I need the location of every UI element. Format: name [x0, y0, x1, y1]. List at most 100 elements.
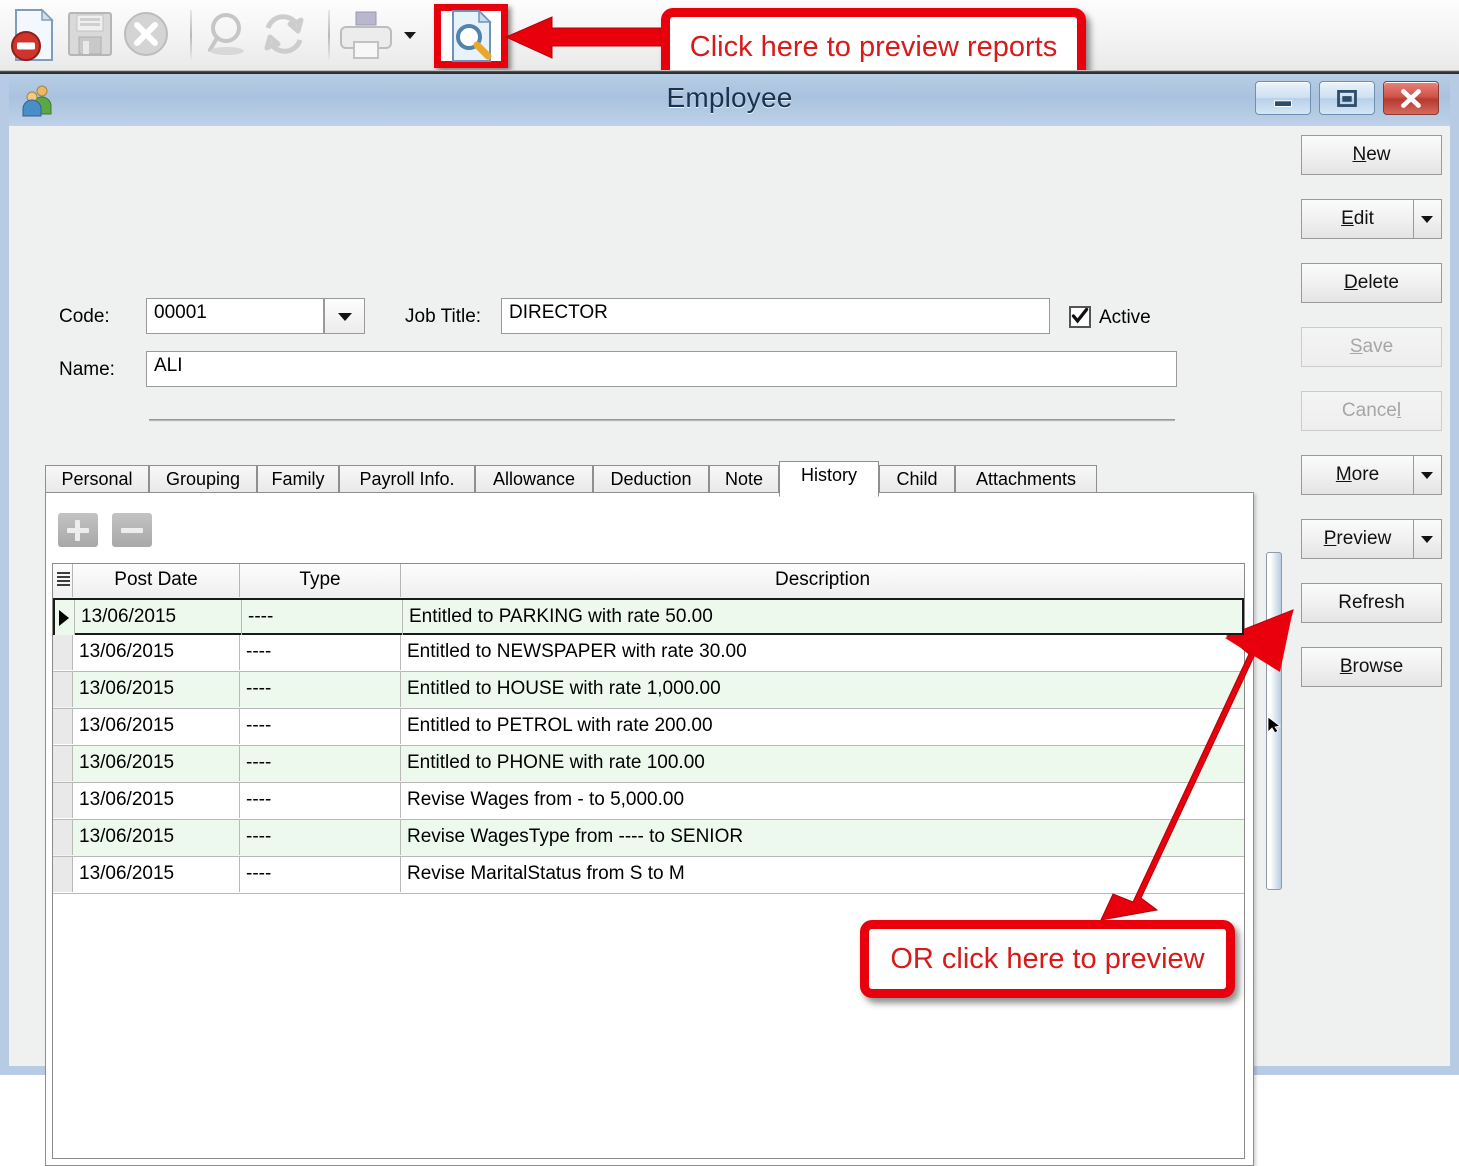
table-row[interactable]: 13/06/2015----Entitled to PARKING with r… [53, 598, 1244, 635]
cell-type[interactable]: ---- [240, 820, 401, 855]
cell-post-date[interactable]: 13/06/2015 [73, 857, 240, 892]
table-row[interactable]: 13/06/2015----Entitled to PETROL with ra… [53, 709, 1244, 746]
tab-family[interactable]: Family [257, 465, 339, 495]
cell-type[interactable]: ---- [240, 783, 401, 818]
refresh-button-label: Refresh [1338, 592, 1405, 613]
save-button-label: Save [1350, 336, 1393, 357]
new-button[interactable]: New [1301, 135, 1442, 175]
search-icon[interactable] [200, 6, 256, 64]
column-header-post-date[interactable]: Post Date [73, 564, 240, 597]
tab-deduction[interactable]: Deduction [593, 465, 709, 495]
refresh-button[interactable]: Refresh [1301, 583, 1442, 623]
tab-label: Grouping [166, 469, 240, 489]
table-row[interactable]: 13/06/2015----Entitled to NEWSPAPER with… [53, 635, 1244, 672]
tab-label: Family [272, 469, 325, 489]
maximize-button[interactable] [1319, 81, 1375, 115]
grid-row-indicator-header[interactable] [53, 564, 73, 597]
toolbar-separator-2 [328, 10, 330, 60]
more-button-label: More [1336, 464, 1379, 485]
edit-button[interactable]: Edit [1301, 199, 1414, 239]
print-dropdown-caret[interactable] [402, 28, 418, 42]
tab-label: Attachments [976, 469, 1076, 489]
cell-post-date[interactable]: 13/06/2015 [73, 709, 240, 744]
edit-button-label: Edit [1341, 208, 1374, 229]
add-row-button[interactable] [58, 513, 98, 547]
save-icon[interactable] [62, 6, 118, 64]
code-dropdown-button[interactable] [324, 298, 365, 334]
form-separator [149, 419, 1175, 422]
more-button[interactable]: More [1301, 455, 1414, 495]
print-icon[interactable] [338, 6, 394, 64]
window-titlebar[interactable]: Employee [9, 74, 1450, 126]
cancel-icon[interactable] [118, 6, 174, 64]
row-indicator[interactable] [53, 857, 73, 892]
column-header-type[interactable]: Type [240, 564, 401, 597]
cell-type[interactable]: ---- [242, 600, 403, 635]
annotation-arrow-top [500, 14, 668, 62]
name-label: Name: [59, 359, 115, 381]
tab-strip: Personal Grouping Family Payroll Info.Allow… [45, 461, 1105, 493]
job-title-label: Job Title: [405, 306, 481, 328]
name-input[interactable]: ALI [146, 351, 1177, 387]
cell-post-date[interactable]: 13/06/2015 [73, 635, 240, 670]
row-indicator[interactable] [53, 635, 73, 670]
cell-type[interactable]: ---- [240, 746, 401, 781]
delete-button-label: Delete [1344, 272, 1399, 293]
close-button[interactable] [1383, 81, 1439, 115]
history-grid-header: Post Date Type Description [53, 564, 1244, 599]
table-row[interactable]: 13/06/2015----Entitled to PHONE with rat… [53, 746, 1244, 783]
current-row-arrow-icon [59, 610, 69, 626]
row-indicator[interactable] [53, 820, 73, 855]
table-row[interactable]: 13/06/2015----Entitled to HOUSE with rat… [53, 672, 1244, 709]
grid-menu-icon[interactable] [57, 572, 70, 589]
tab-note[interactable]: Note [709, 465, 779, 495]
minimize-button[interactable] [1255, 81, 1311, 115]
cell-post-date[interactable]: 13/06/2015 [73, 820, 240, 855]
preview-button[interactable]: Preview [1301, 519, 1414, 559]
cancel-button-label: Cancel [1342, 400, 1401, 421]
refresh-icon[interactable] [256, 6, 312, 64]
cell-post-date[interactable]: 13/06/2015 [75, 600, 242, 635]
cell-type[interactable]: ---- [240, 857, 401, 892]
tab-attachments[interactable]: Attachments [955, 465, 1097, 495]
tab-payroll-info[interactable]: Payroll Info. [339, 465, 475, 495]
tab-label: Note [725, 469, 763, 489]
new-document-icon[interactable] [6, 6, 62, 64]
cell-type[interactable]: ---- [240, 672, 401, 707]
cell-post-date[interactable]: 13/06/2015 [73, 783, 240, 818]
code-input[interactable]: 00001 [146, 298, 324, 334]
tab-personal[interactable]: Personal [45, 465, 149, 495]
history-grid[interactable]: Post Date Type Description 13/06/2015---… [52, 563, 1245, 1159]
row-indicator[interactable] [53, 746, 73, 781]
row-indicator[interactable] [53, 783, 73, 818]
annotation-callout-top-text: Click here to preview reports [670, 31, 1077, 64]
edit-dropdown-button[interactable] [1414, 199, 1442, 239]
column-header-description[interactable]: Description [401, 564, 1244, 597]
preview-report-icon[interactable] [444, 6, 500, 64]
tab-label: History [801, 465, 857, 485]
table-row[interactable]: 13/06/2015----Revise Wages from - to 5,0… [53, 783, 1244, 820]
cell-type[interactable]: ---- [240, 709, 401, 744]
delete-row-button[interactable] [112, 513, 152, 547]
row-indicator[interactable] [53, 672, 73, 707]
cell-description[interactable]: Entitled to PARKING with rate 50.00 [403, 600, 1244, 635]
preview-dropdown-button[interactable] [1414, 519, 1442, 559]
row-indicator[interactable] [53, 709, 73, 744]
job-title-input[interactable]: DIRECTOR [501, 298, 1050, 334]
tab-allowance[interactable]: Allowance [475, 465, 593, 495]
browse-button[interactable]: Browse [1301, 647, 1442, 687]
cell-post-date[interactable]: 13/06/2015 [73, 746, 240, 781]
tab-grouping[interactable]: Grouping [149, 465, 257, 495]
row-indicator[interactable] [55, 600, 75, 635]
delete-button[interactable]: Delete [1301, 263, 1442, 303]
cell-post-date[interactable]: 13/06/2015 [73, 672, 240, 707]
cancel-button: Cancel [1301, 391, 1442, 431]
tab-history[interactable]: History [779, 461, 879, 497]
table-row[interactable]: 13/06/2015----Revise MaritalStatus from … [53, 857, 1244, 894]
active-checkbox[interactable] [1069, 306, 1091, 328]
cell-type[interactable]: ---- [240, 635, 401, 670]
annotation-callout-bottom: OR click here to preview [860, 920, 1235, 998]
tab-child[interactable]: Child [879, 465, 955, 495]
table-row[interactable]: 13/06/2015----Revise WagesType from ----… [53, 820, 1244, 857]
more-dropdown-button[interactable] [1414, 455, 1442, 495]
